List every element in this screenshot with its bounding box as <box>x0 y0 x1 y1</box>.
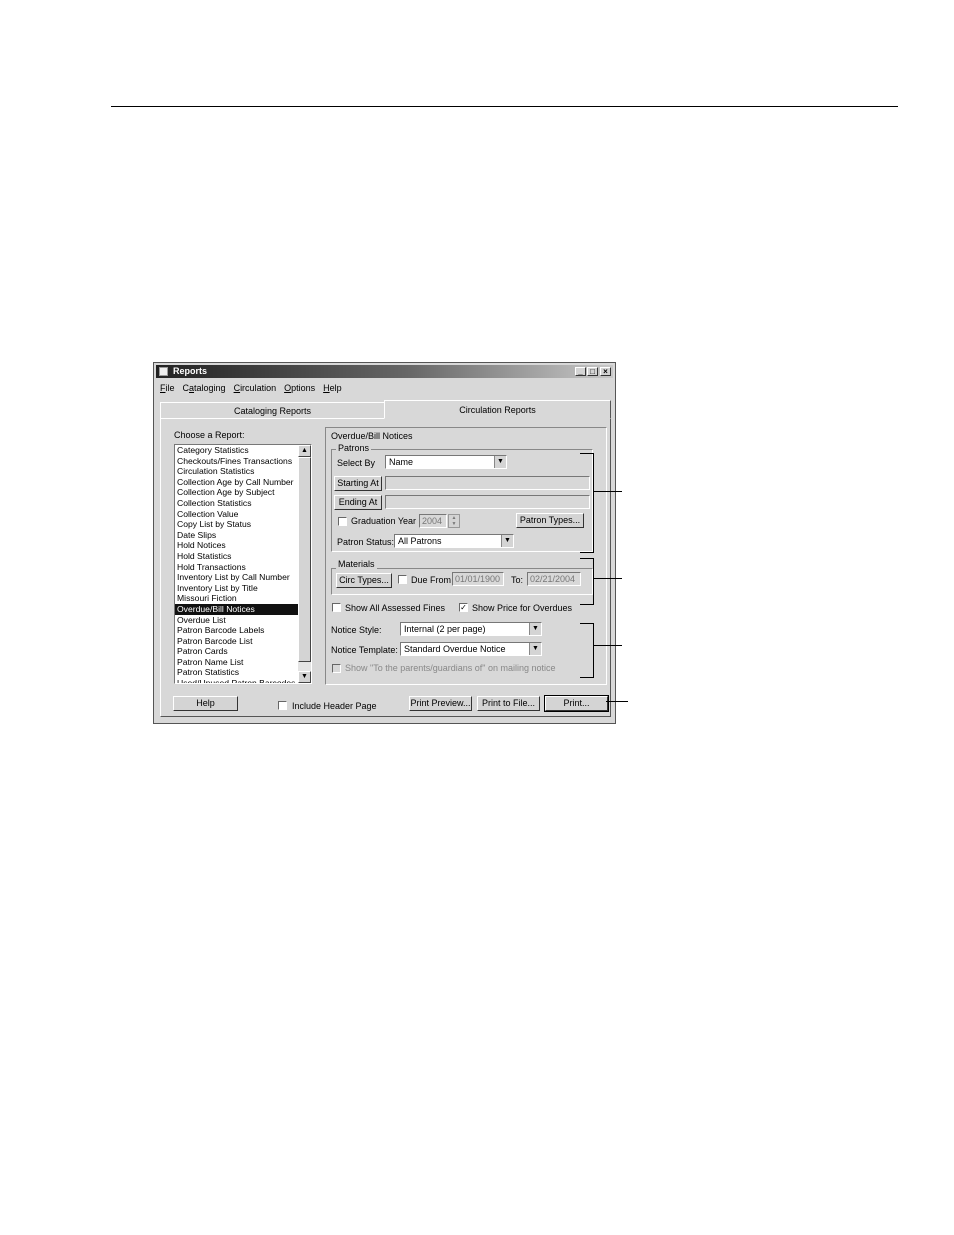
choose-report-label: Choose a Report: <box>174 430 245 440</box>
chevron-down-icon[interactable]: ▼ <box>529 643 541 655</box>
notice-style-value: Internal (2 per page) <box>404 624 486 634</box>
list-item[interactable]: Collection Value <box>175 509 300 520</box>
options-heading: Overdue/Bill Notices <box>331 431 413 441</box>
select-by-dropdown[interactable]: Name ▼ <box>385 455 507 469</box>
list-item[interactable]: Copy List by Status <box>175 519 300 530</box>
menu-bar: File Cataloging Circulation Options Help <box>160 382 350 394</box>
list-scrollbar[interactable]: ▲ ▼ <box>298 445 311 683</box>
parents-label: Show "To the parents/guardians of" on ma… <box>345 663 556 673</box>
notice-style-label: Notice Style: <box>331 625 382 635</box>
patrons-bracket <box>580 453 594 553</box>
notice-style-dropdown[interactable]: Internal (2 per page) ▼ <box>400 622 542 636</box>
materials-group-title: Materials <box>336 559 377 569</box>
list-item[interactable]: Collection Statistics <box>175 498 300 509</box>
notice-callout-line <box>594 645 622 646</box>
list-item[interactable]: Inventory List by Call Number <box>175 572 300 583</box>
notice-template-value: Standard Overdue Notice <box>404 644 506 654</box>
tab-circulation-reports[interactable]: Circulation Reports <box>384 400 611 419</box>
list-item[interactable]: Patron Statistics <box>175 667 300 678</box>
list-item[interactable]: Used/Unused Patron Barcodes <box>175 678 300 683</box>
ending-at-field[interactable] <box>385 495 590 509</box>
starting-at-button[interactable]: Starting At <box>334 476 382 491</box>
graduation-year-label: Graduation Year <box>351 516 417 526</box>
patrons-group-title: Patrons <box>336 443 372 453</box>
list-item[interactable]: Missouri Fiction <box>175 593 300 604</box>
list-item[interactable]: Patron Barcode List <box>175 636 300 647</box>
list-item[interactable]: Patron Name List <box>175 657 300 668</box>
print-callout-line <box>606 701 628 702</box>
materials-callout-line <box>594 578 622 579</box>
print-preview-button[interactable]: Print Preview... <box>409 696 472 711</box>
scroll-down-icon[interactable]: ▼ <box>298 671 311 683</box>
notice-bracket <box>580 623 594 678</box>
maximize-button[interactable]: □ <box>587 367 598 376</box>
list-item[interactable]: Inventory List by Title <box>175 583 300 594</box>
show-price-checkbox[interactable]: ✓ <box>459 603 468 612</box>
list-item[interactable]: Hold Transactions <box>175 562 300 573</box>
starting-at-field[interactable] <box>385 476 590 490</box>
chevron-down-icon[interactable]: ▼ <box>501 535 513 547</box>
close-button[interactable]: × <box>600 367 611 376</box>
list-item[interactable]: Checkouts/Fines Transactions <box>175 456 300 467</box>
include-header-checkbox[interactable] <box>278 701 287 710</box>
due-from-field[interactable]: 01/01/1900 <box>452 572 504 586</box>
year-spinner-icon[interactable]: ▲ ▼ <box>448 514 460 528</box>
title-bar[interactable]: Reports _ □ × <box>156 365 613 378</box>
list-item[interactable]: Circulation Statistics <box>175 466 300 477</box>
list-item[interactable]: Date Slips <box>175 530 300 541</box>
select-by-value: Name <box>389 457 414 467</box>
patron-types-button[interactable]: Patron Types... <box>516 513 584 528</box>
list-item[interactable]: Patron Cards <box>175 646 300 657</box>
notice-template-dropdown[interactable]: Standard Overdue Notice ▼ <box>400 642 542 656</box>
window-title: Reports <box>173 366 208 376</box>
due-from-label: Due From <box>411 575 452 585</box>
patron-status-label: Patron Status: <box>337 537 395 547</box>
materials-bracket <box>580 558 594 605</box>
due-from-checkbox[interactable] <box>398 575 407 584</box>
graduation-year-checkbox[interactable] <box>338 517 347 526</box>
chevron-down-icon[interactable]: ▼ <box>529 623 541 635</box>
include-header-label: Include Header Page <box>292 701 377 711</box>
list-item[interactable]: Collection Age by Subject <box>175 487 300 498</box>
print-to-file-button[interactable]: Print to File... <box>477 696 540 711</box>
menu-cataloging[interactable]: Cataloging <box>183 383 226 393</box>
reports-window: Reports _ □ × File Cataloging Circulation O… <box>153 362 616 724</box>
show-all-fines-checkbox[interactable] <box>332 603 341 612</box>
list-item[interactable]: Overdue/Bill Notices <box>175 603 300 615</box>
list-item[interactable]: Collection Age by Call Number <box>175 477 300 488</box>
scroll-thumb[interactable] <box>298 457 311 662</box>
menu-file[interactable]: File <box>160 383 175 393</box>
patron-status-dropdown[interactable]: All Patrons ▼ <box>394 534 514 548</box>
circ-types-button[interactable]: Circ Types... <box>336 573 392 588</box>
scroll-up-icon[interactable]: ▲ <box>298 445 311 457</box>
chevron-down-icon[interactable]: ▼ <box>494 456 506 468</box>
tab-cataloging-reports[interactable]: Cataloging Reports <box>160 402 385 419</box>
list-item[interactable]: Category Statistics <box>175 445 300 456</box>
menu-circulation[interactable]: Circulation <box>234 383 277 393</box>
patrons-callout-line <box>594 491 622 492</box>
page-rule <box>111 106 898 107</box>
graduation-year-field[interactable]: 2004 <box>419 514 447 528</box>
show-price-label: Show Price for Overdues <box>472 603 573 613</box>
patron-status-value: All Patrons <box>398 536 442 546</box>
menu-options[interactable]: Options <box>284 383 315 393</box>
print-button[interactable]: Print... <box>544 695 609 712</box>
list-item[interactable]: Overdue List <box>175 615 300 626</box>
show-all-fines-label: Show All Assessed Fines <box>345 603 446 613</box>
app-icon <box>159 367 168 376</box>
list-item[interactable]: Hold Notices <box>175 540 300 551</box>
list-item[interactable]: Patron Barcode Labels <box>175 625 300 636</box>
list-item[interactable]: Hold Statistics <box>175 551 300 562</box>
to-label: To: <box>511 575 524 585</box>
menu-help[interactable]: Help <box>323 383 342 393</box>
parents-checkbox[interactable] <box>332 664 341 673</box>
notice-template-label: Notice Template: <box>331 645 398 655</box>
help-button[interactable]: Help <box>173 696 238 711</box>
select-by-label: Select By <box>337 458 376 468</box>
minimize-button[interactable]: _ <box>575 367 586 376</box>
to-field[interactable]: 02/21/2004 <box>527 572 581 586</box>
report-list[interactable]: Category Statistics Checkouts/Fines Trans… <box>174 444 312 684</box>
ending-at-button[interactable]: Ending At <box>334 495 382 510</box>
